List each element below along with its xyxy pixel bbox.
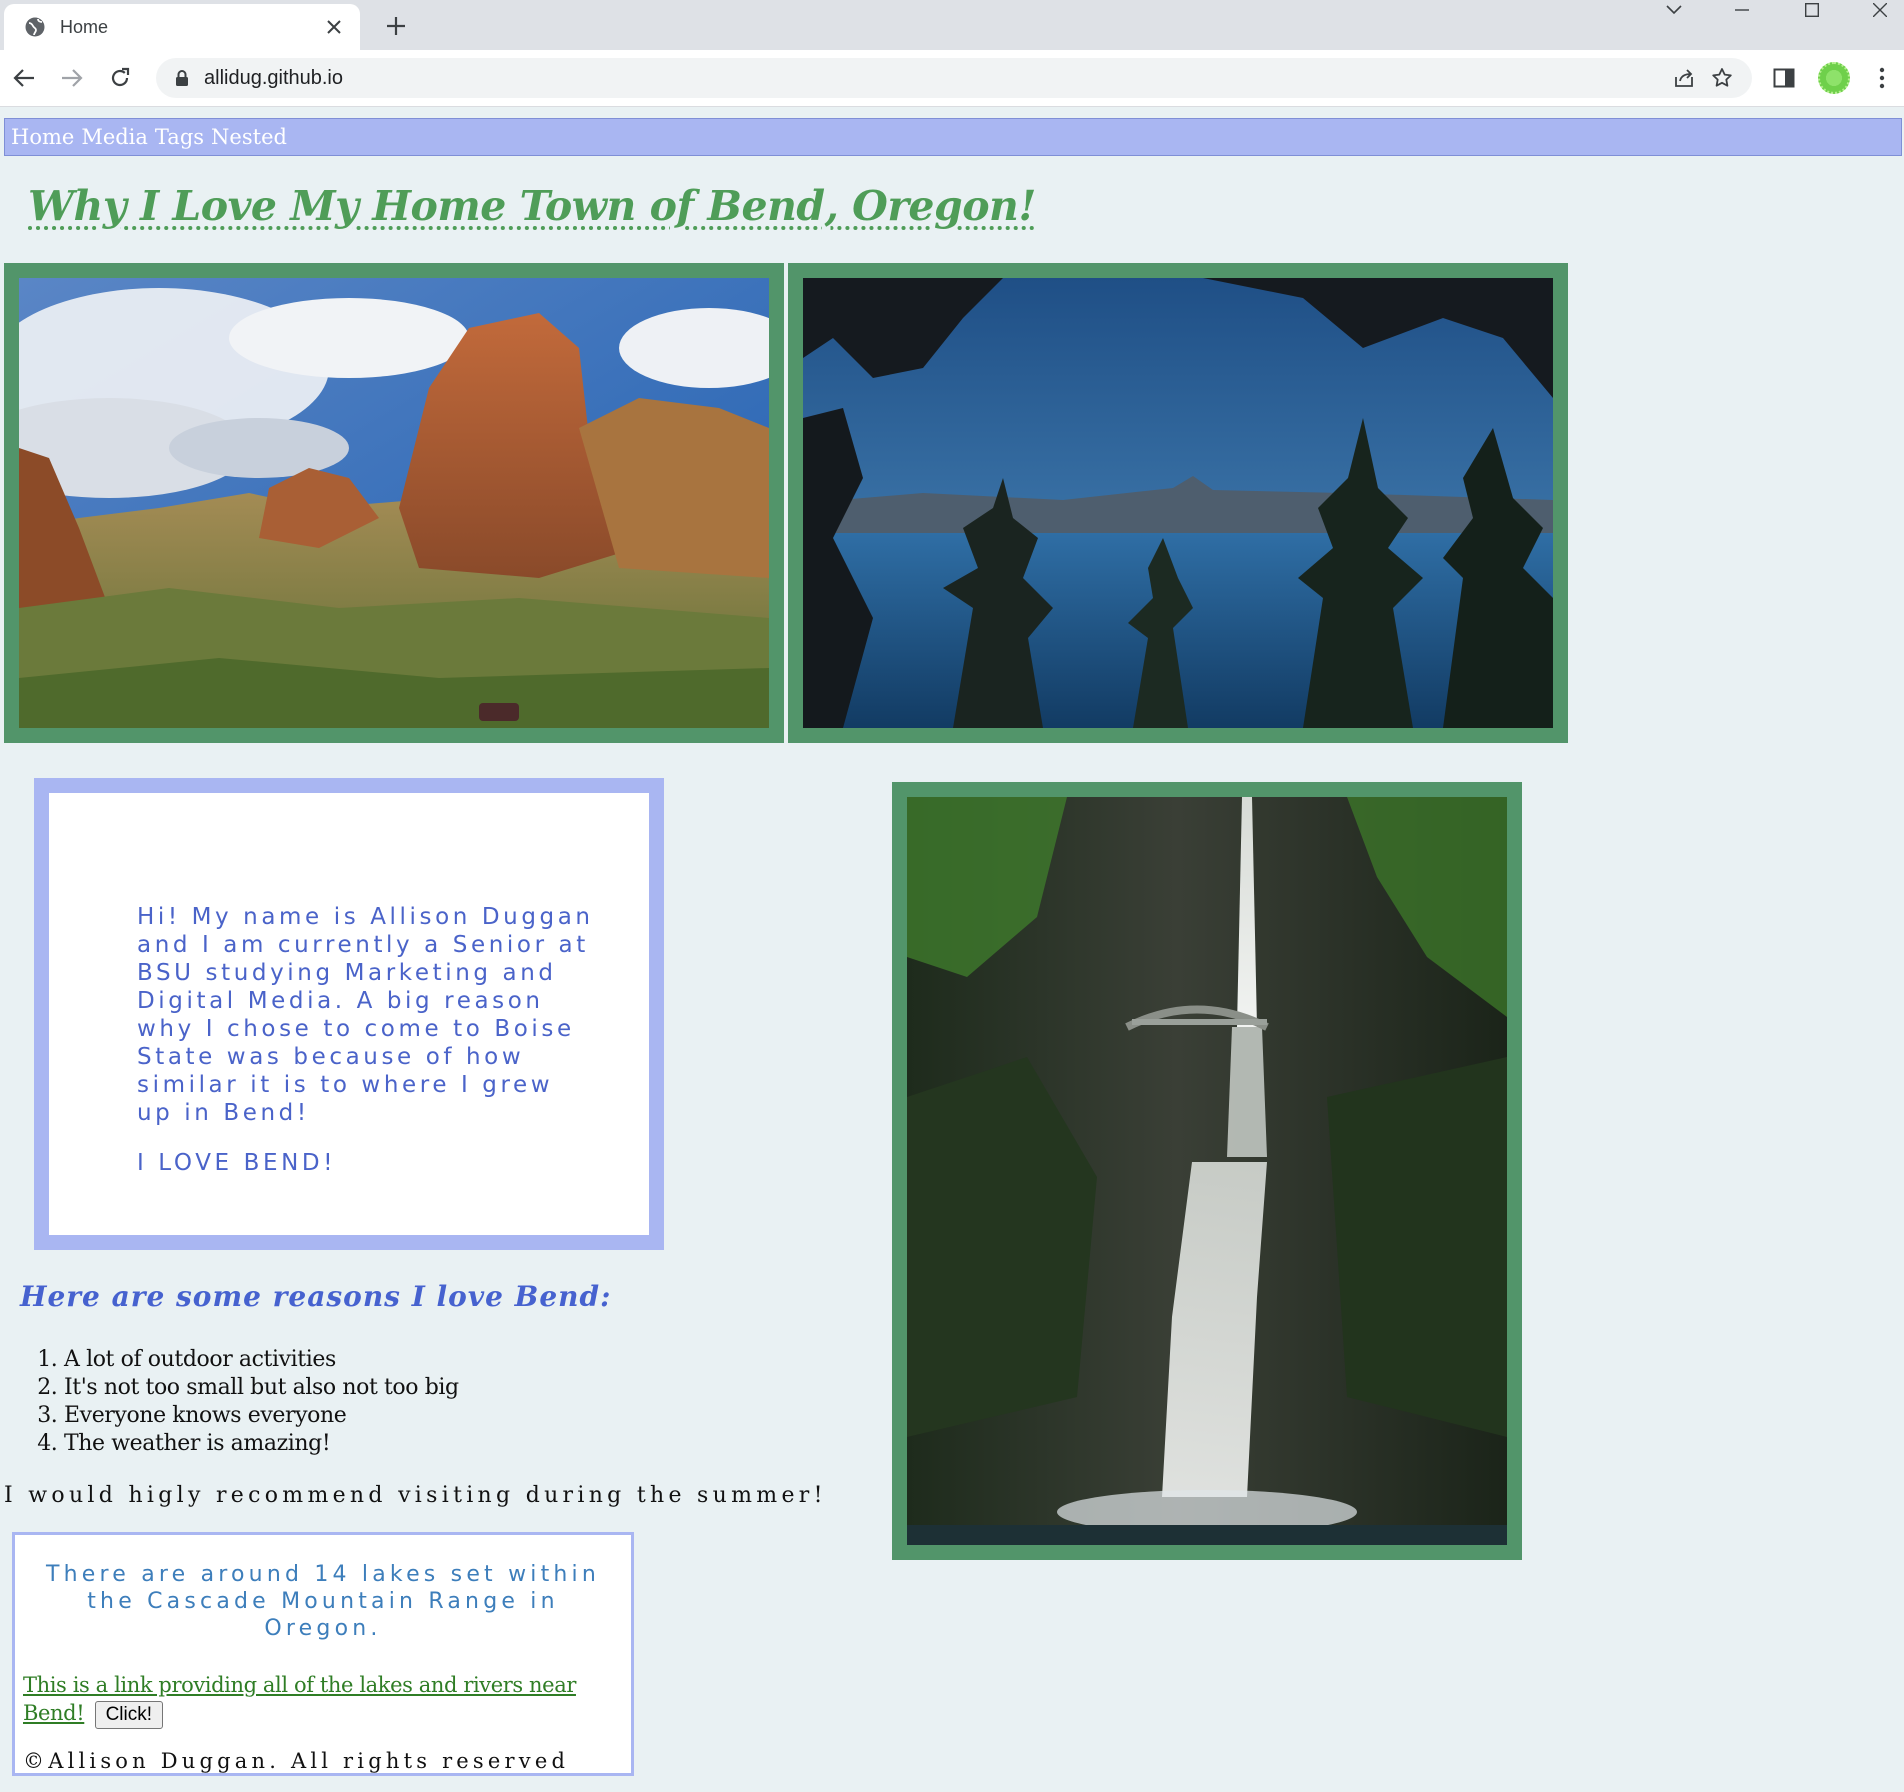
nav-tags-link[interactable]: Tags — [155, 125, 204, 149]
browser-tab-strip: Home — [0, 0, 1904, 50]
tab-title: Home — [60, 16, 109, 37]
minimize-icon[interactable] — [1722, 0, 1762, 20]
lake-photo-frame — [788, 263, 1568, 743]
globe-icon — [25, 17, 45, 37]
profile-avatar[interactable] — [1818, 62, 1850, 94]
new-tab-icon[interactable] — [382, 12, 410, 40]
list-item: The weather is amazing! — [64, 1430, 459, 1458]
waterfall-photo — [907, 797, 1507, 1545]
reasons-list: A lot of outdoor activities It's not too… — [20, 1346, 459, 1458]
side-panel-icon[interactable] — [1770, 64, 1798, 92]
forward-arrow-icon[interactable] — [56, 62, 88, 94]
canyon-photo — [19, 278, 769, 728]
list-item: A lot of outdoor activities — [64, 1346, 459, 1374]
bio-love-text: I LOVE BEND! — [137, 1150, 337, 1176]
click-button[interactable]: Click! — [94, 1700, 164, 1729]
lakes-link-row: This is a link providing all of the lake… — [23, 1671, 583, 1729]
bio-box: Hi! My name is Allison Duggan and I am c… — [34, 778, 664, 1250]
url-text[interactable]: allidug.github.io — [204, 67, 343, 90]
copyright-text: ©Allison Duggan. All rights reserved — [23, 1749, 570, 1773]
reasons-heading: Here are some reasons I love Bend: — [20, 1280, 612, 1313]
browser-toolbar: allidug.github.io — [0, 50, 1904, 107]
close-tab-icon[interactable] — [320, 13, 348, 41]
address-bar[interactable]: allidug.github.io — [156, 58, 1752, 98]
tab-search-chevron-icon[interactable] — [1654, 0, 1694, 20]
lake-photo — [803, 278, 1553, 728]
page-title: Why I Love My Home Town of Bend, Oregon! — [28, 182, 1036, 230]
maximize-icon[interactable] — [1792, 0, 1832, 20]
lakes-text: There are around 14 lakes set within the… — [46, 1562, 600, 1641]
recommend-text: I would higly recommend visiting during … — [4, 1483, 827, 1508]
close-window-icon[interactable] — [1860, 0, 1900, 20]
nav-media-link[interactable]: Media — [81, 125, 148, 149]
star-icon[interactable] — [1710, 66, 1734, 90]
nav-home-link[interactable]: Home — [11, 125, 74, 149]
lakes-box: There are around 14 lakes set within the… — [12, 1532, 634, 1776]
reload-icon[interactable] — [104, 62, 136, 94]
list-item: Everyone knows everyone — [64, 1402, 459, 1430]
back-arrow-icon[interactable] — [8, 62, 40, 94]
more-menu-icon[interactable] — [1868, 64, 1896, 92]
list-item: It's not too small but also not too big — [64, 1374, 459, 1402]
bio-text: Hi! My name is Allison Duggan and I am c… — [137, 904, 594, 1126]
lock-icon[interactable] — [172, 68, 192, 88]
canyon-photo-frame — [4, 263, 784, 743]
browser-tab[interactable]: Home — [4, 4, 360, 50]
share-icon[interactable] — [1672, 66, 1696, 90]
site-nav: Home Media Tags Nested — [4, 118, 1902, 156]
waterfall-photo-frame — [892, 782, 1522, 1560]
nav-nested-link[interactable]: Nested — [211, 125, 287, 149]
